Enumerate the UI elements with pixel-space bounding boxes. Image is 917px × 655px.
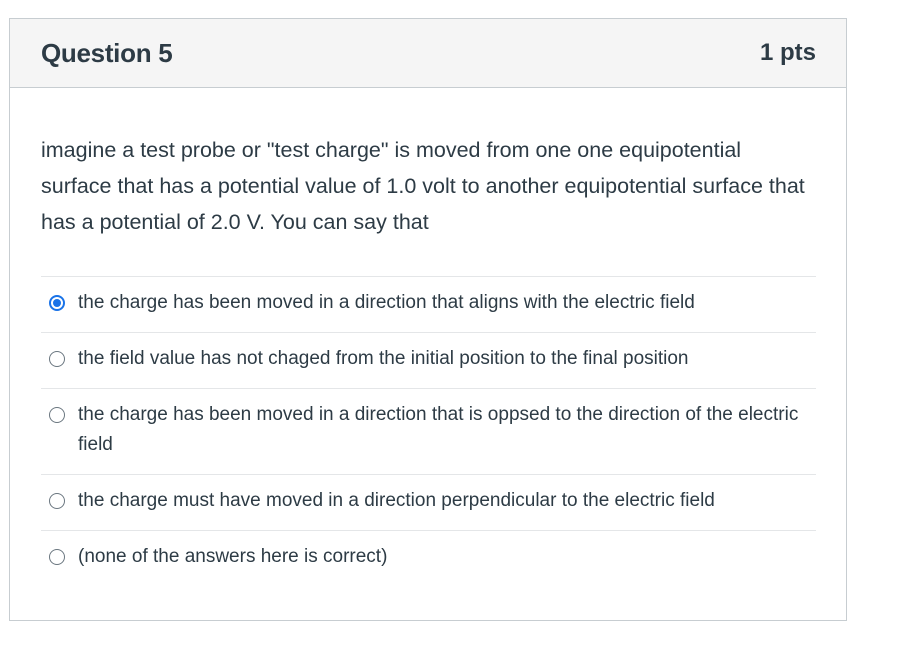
question-title: Question 5 — [41, 37, 173, 68]
answer-label[interactable]: the field value has not chaged from the … — [78, 344, 689, 374]
answer-option-4[interactable]: the charge must have moved in a directio… — [41, 475, 816, 531]
question-points: 1 pts — [759, 39, 816, 66]
radio-button-icon[interactable] — [49, 549, 65, 565]
answer-option-3[interactable]: the charge has been moved in a direction… — [41, 389, 816, 475]
answer-label[interactable]: the charge must have moved in a directio… — [78, 486, 715, 516]
answer-option-1[interactable]: the charge has been moved in a direction… — [41, 277, 816, 333]
radio-button-icon[interactable] — [49, 351, 65, 367]
question-card: Question 5 1 pts imagine a test probe or… — [9, 18, 847, 621]
radio-button-icon[interactable] — [49, 493, 65, 509]
radio-button-icon[interactable] — [49, 295, 65, 311]
answer-label[interactable]: the charge has been moved in a direction… — [78, 400, 816, 460]
answer-option-5[interactable]: (none of the answers here is correct) — [41, 531, 816, 586]
answer-label[interactable]: (none of the answers here is correct) — [78, 542, 387, 572]
radio-button-icon[interactable] — [49, 407, 65, 423]
question-text: imagine a test probe or "test charge" is… — [41, 138, 805, 234]
answer-option-2[interactable]: the field value has not chaged from the … — [41, 333, 816, 389]
question-body: imagine a test probe or "test charge" is… — [10, 88, 846, 586]
answer-list: the charge has been moved in a direction… — [41, 276, 816, 586]
answer-label[interactable]: the charge has been moved in a direction… — [78, 288, 695, 318]
question-header: Question 5 1 pts — [10, 19, 846, 88]
